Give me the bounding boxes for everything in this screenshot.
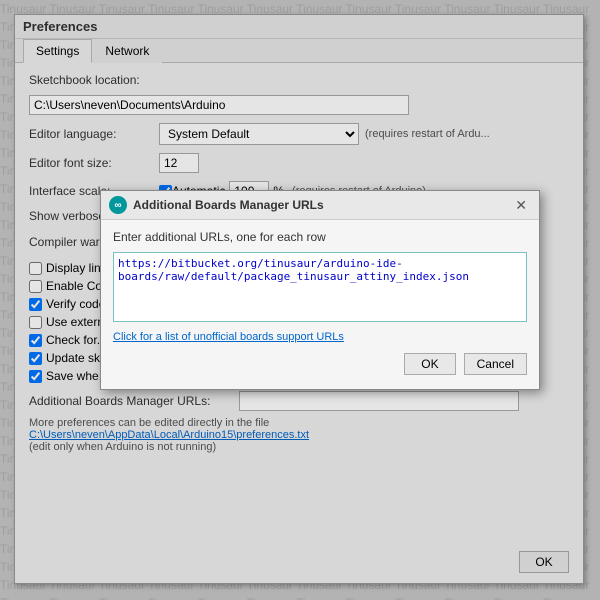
dialog-title-text: Additional Boards Manager URLs <box>133 198 324 212</box>
dialog-body: Enter additional URLs, one for each row … <box>101 220 539 389</box>
dialog-ok-button[interactable]: OK <box>404 353 455 375</box>
dialog-cancel-button[interactable]: Cancel <box>464 353 527 375</box>
additional-boards-dialog: ∞ Additional Boards Manager URLs ✕ Enter… <box>100 190 540 390</box>
dialog-unofficial-boards-link[interactable]: Click for a list of unofficial boards su… <box>113 331 527 343</box>
dialog-title-bar: ∞ Additional Boards Manager URLs ✕ <box>101 191 539 220</box>
dialog-textarea[interactable] <box>113 252 527 322</box>
arduino-logo: ∞ <box>109 196 127 214</box>
dialog-instruction: Enter additional URLs, one for each row <box>113 230 527 244</box>
dialog-btn-row: OK Cancel <box>113 353 527 379</box>
dialog-title-left: ∞ Additional Boards Manager URLs <box>109 196 324 214</box>
dialog-close-button[interactable]: ✕ <box>511 198 531 212</box>
